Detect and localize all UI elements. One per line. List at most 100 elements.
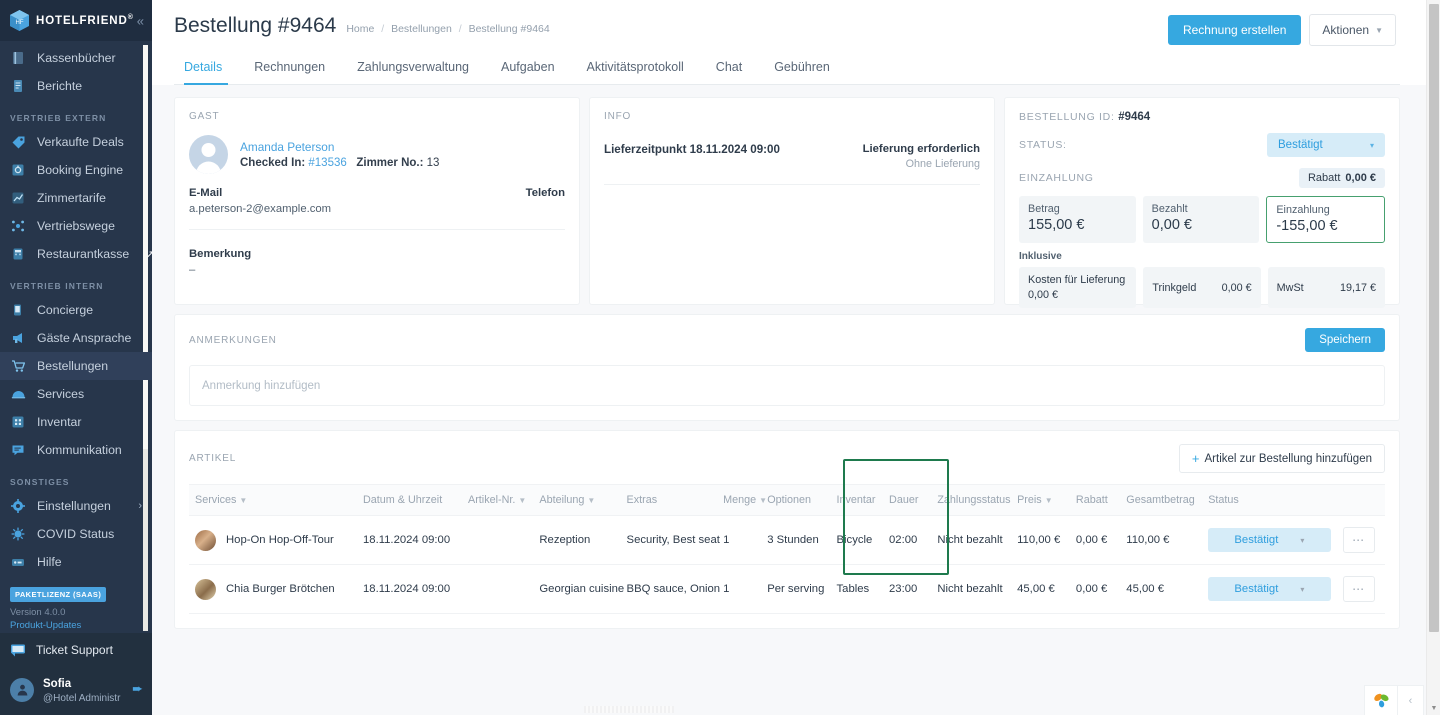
- content-area: GAST Amanda Peterson Checked In: #13536 …: [152, 85, 1440, 715]
- cell-inventory: Bicycle: [830, 515, 884, 565]
- sidebar-item-label: Berichte: [37, 79, 83, 94]
- breadcrumb-bestellungen[interactable]: Bestellungen: [391, 23, 452, 35]
- row-status-select[interactable]: Bestätigt ▾: [1208, 577, 1331, 601]
- logout-icon[interactable]: ➨: [132, 681, 143, 697]
- sidebar-item-covid-status[interactable]: COVID Status: [0, 520, 152, 548]
- actions-button[interactable]: Aktionen ▼: [1309, 14, 1396, 46]
- remark-value: –: [189, 264, 196, 276]
- col-artikelnr[interactable]: Artikel-Nr. ▼: [462, 484, 534, 516]
- amount-label: Bezahlt: [1151, 203, 1188, 215]
- breadcrumb: Home / Bestellungen / Bestellung #9464: [346, 23, 549, 35]
- cell-status: Bestätigt ▾: [1202, 515, 1337, 565]
- scroll-down-icon[interactable]: ▼: [1427, 701, 1440, 715]
- row-menu-button[interactable]: ⋯: [1342, 527, 1375, 553]
- sidebar-collapse-icon[interactable]: «: [137, 14, 144, 27]
- cell-extras: BBQ sauce, Onion: [620, 564, 720, 614]
- page-scrollbar-thumb[interactable]: [1429, 4, 1439, 632]
- sidebar-item-label: Inventar: [37, 415, 82, 430]
- tab-gebuehren[interactable]: Gebühren: [758, 54, 846, 84]
- cell-quantity: 1: [717, 515, 762, 565]
- tab-aufgaben[interactable]: Aufgaben: [485, 54, 571, 84]
- inclusive-label-text: Kosten für Lieferung: [1028, 274, 1126, 286]
- sidebar-item-bestellungen[interactable]: Bestellungen: [0, 352, 152, 381]
- breadcrumb-home[interactable]: Home: [346, 23, 374, 35]
- inclusive-value: 0,00 €: [1028, 289, 1059, 301]
- sidebar-item-einstellungen[interactable]: Einstellungen ›: [0, 492, 152, 520]
- sidebar-license-meta: PAKETLIZENZ (SAAS) Version 4.0.0 Produkt…: [0, 576, 152, 633]
- create-invoice-button[interactable]: Rechnung erstellen: [1167, 15, 1302, 45]
- tab-details[interactable]: Details: [174, 54, 238, 85]
- item-thumbnail: [195, 529, 216, 551]
- sidebar-item-inventar[interactable]: Inventar: [0, 408, 152, 436]
- order-status-row: STATUS: Bestätigt ▾: [1019, 133, 1385, 157]
- sidebar: HF HOTELFRIEND® « Kassenbücher Berichte …: [0, 0, 152, 715]
- order-status-value: Bestätigt: [1278, 139, 1323, 151]
- info-card: INFO Lieferzeitpunkt 18.11.2024 09:00 Li…: [589, 97, 995, 305]
- sidebar-brand[interactable]: HF HOTELFRIEND® «: [0, 0, 152, 42]
- inclusive-boxes: Kosten für Lieferung 0,00 € Trinkgeld 0,…: [1019, 267, 1385, 308]
- chart-icon: [10, 190, 26, 206]
- order-id-label: BESTELLUNG ID:: [1019, 111, 1115, 123]
- brand-label: HOTELFRIEND®: [36, 14, 134, 28]
- cell-datetime: 18.11.2024 09:00: [357, 564, 462, 614]
- row-menu-button[interactable]: ⋯: [1342, 576, 1375, 602]
- sidebar-item-kommunikation[interactable]: Kommunikation: [0, 436, 152, 464]
- info-divider: [604, 184, 980, 185]
- sidebar-item-booking-engine[interactable]: Booking Engine: [0, 156, 152, 184]
- sidebar-item-label: COVID Status: [37, 527, 115, 542]
- add-item-button[interactable]: + Artikel zur Bestellung hinzufügen: [1178, 444, 1385, 473]
- sidebar-item-kassenbuecher[interactable]: Kassenbücher: [0, 44, 152, 72]
- mobile-icon: [10, 302, 26, 318]
- sidebar-user[interactable]: Sofia @Hotel Administr ➨: [0, 667, 152, 715]
- amount-label: Einzahlung: [1276, 204, 1330, 216]
- chevron-down-icon: ▾: [1300, 584, 1305, 594]
- col-services[interactable]: Services ▼: [189, 484, 357, 516]
- ticket-support-button[interactable]: Ticket Support: [0, 633, 152, 667]
- sidebar-item-concierge[interactable]: Concierge: [0, 296, 152, 324]
- sidebar-item-label: Concierge: [37, 303, 94, 318]
- cell-options: 3 Stunden: [761, 515, 831, 565]
- deposit-row: EINZAHLUNG Rabatt 0,00 €: [1019, 168, 1385, 188]
- cell-price: 110,00 €: [1011, 515, 1070, 565]
- discount-pill: Rabatt 0,00 €: [1298, 168, 1385, 188]
- sidebar-item-verkaufte-deals[interactable]: Verkaufte Deals: [0, 128, 152, 156]
- sidebar-item-vertriebswege[interactable]: Vertriebswege: [0, 212, 152, 240]
- sidebar-item-zimmertarife[interactable]: Zimmertarife: [0, 184, 152, 212]
- row-status-select[interactable]: Bestätigt ▾: [1208, 528, 1331, 552]
- sort-icon: ▼: [518, 496, 527, 505]
- notes-card-label: ANMERKUNGEN: [189, 334, 277, 346]
- note-input[interactable]: Anmerkung hinzufügen: [189, 365, 1385, 406]
- chat-icon: [10, 442, 26, 458]
- order-status-select[interactable]: Bestätigt ▾: [1267, 133, 1385, 157]
- product-updates-link[interactable]: Produkt-Updates: [10, 620, 142, 631]
- amount-value: 0,00 €: [1151, 217, 1192, 233]
- helper-widget-collapse-icon[interactable]: ‹: [1398, 685, 1424, 715]
- billing-card: BESTELLUNG ID: #9464 STATUS: Bestätigt ▾…: [1004, 97, 1400, 308]
- sidebar-item-label: Gäste Ansprache: [37, 331, 132, 346]
- col-preis[interactable]: Preis ▼: [1011, 484, 1070, 516]
- sidebar-item-services[interactable]: Services: [0, 380, 152, 408]
- room-label: Zimmer No.:: [356, 157, 424, 169]
- helper-widget-button[interactable]: [1364, 685, 1398, 715]
- save-button[interactable]: Speichern: [1305, 328, 1385, 352]
- sidebar-item-hilfe[interactable]: Hilfe: [0, 548, 152, 576]
- tab-chat[interactable]: Chat: [700, 54, 758, 84]
- tab-rechnungen[interactable]: Rechnungen: [238, 54, 341, 84]
- page-scrollbar[interactable]: ▲ ▼: [1426, 0, 1440, 715]
- checked-in-value[interactable]: #13536: [308, 157, 346, 169]
- sidebar-item-berichte[interactable]: Berichte: [0, 72, 152, 100]
- deposit-label: EINZAHLUNG: [1019, 172, 1094, 184]
- sidebar-item-restaurantkasse[interactable]: Restaurantkasse ↗: [0, 240, 152, 268]
- tab-aktivitaetsprotokoll[interactable]: Aktivitätsprotokoll: [571, 54, 700, 84]
- col-menge[interactable]: Menge ▼: [717, 484, 767, 516]
- tab-zahlungsverwaltung[interactable]: Zahlungsverwaltung: [341, 54, 485, 84]
- external-link-icon: ↗: [145, 248, 152, 261]
- sidebar-item-label: Services: [37, 387, 85, 402]
- col-abteilung[interactable]: Abteilung ▼: [533, 484, 621, 516]
- sidebar-item-label: Kommunikation: [37, 443, 122, 458]
- sidebar-item-gaeste-ansprache[interactable]: Gäste Ansprache: [0, 324, 152, 352]
- delivery-status: Lieferung erforderlich Ohne Lieferung: [863, 143, 980, 170]
- cell-extras: Security, Best seat: [620, 515, 720, 565]
- leaf-widget-icon: [1373, 693, 1389, 708]
- guest-name-link[interactable]: Amanda Peterson: [240, 140, 439, 154]
